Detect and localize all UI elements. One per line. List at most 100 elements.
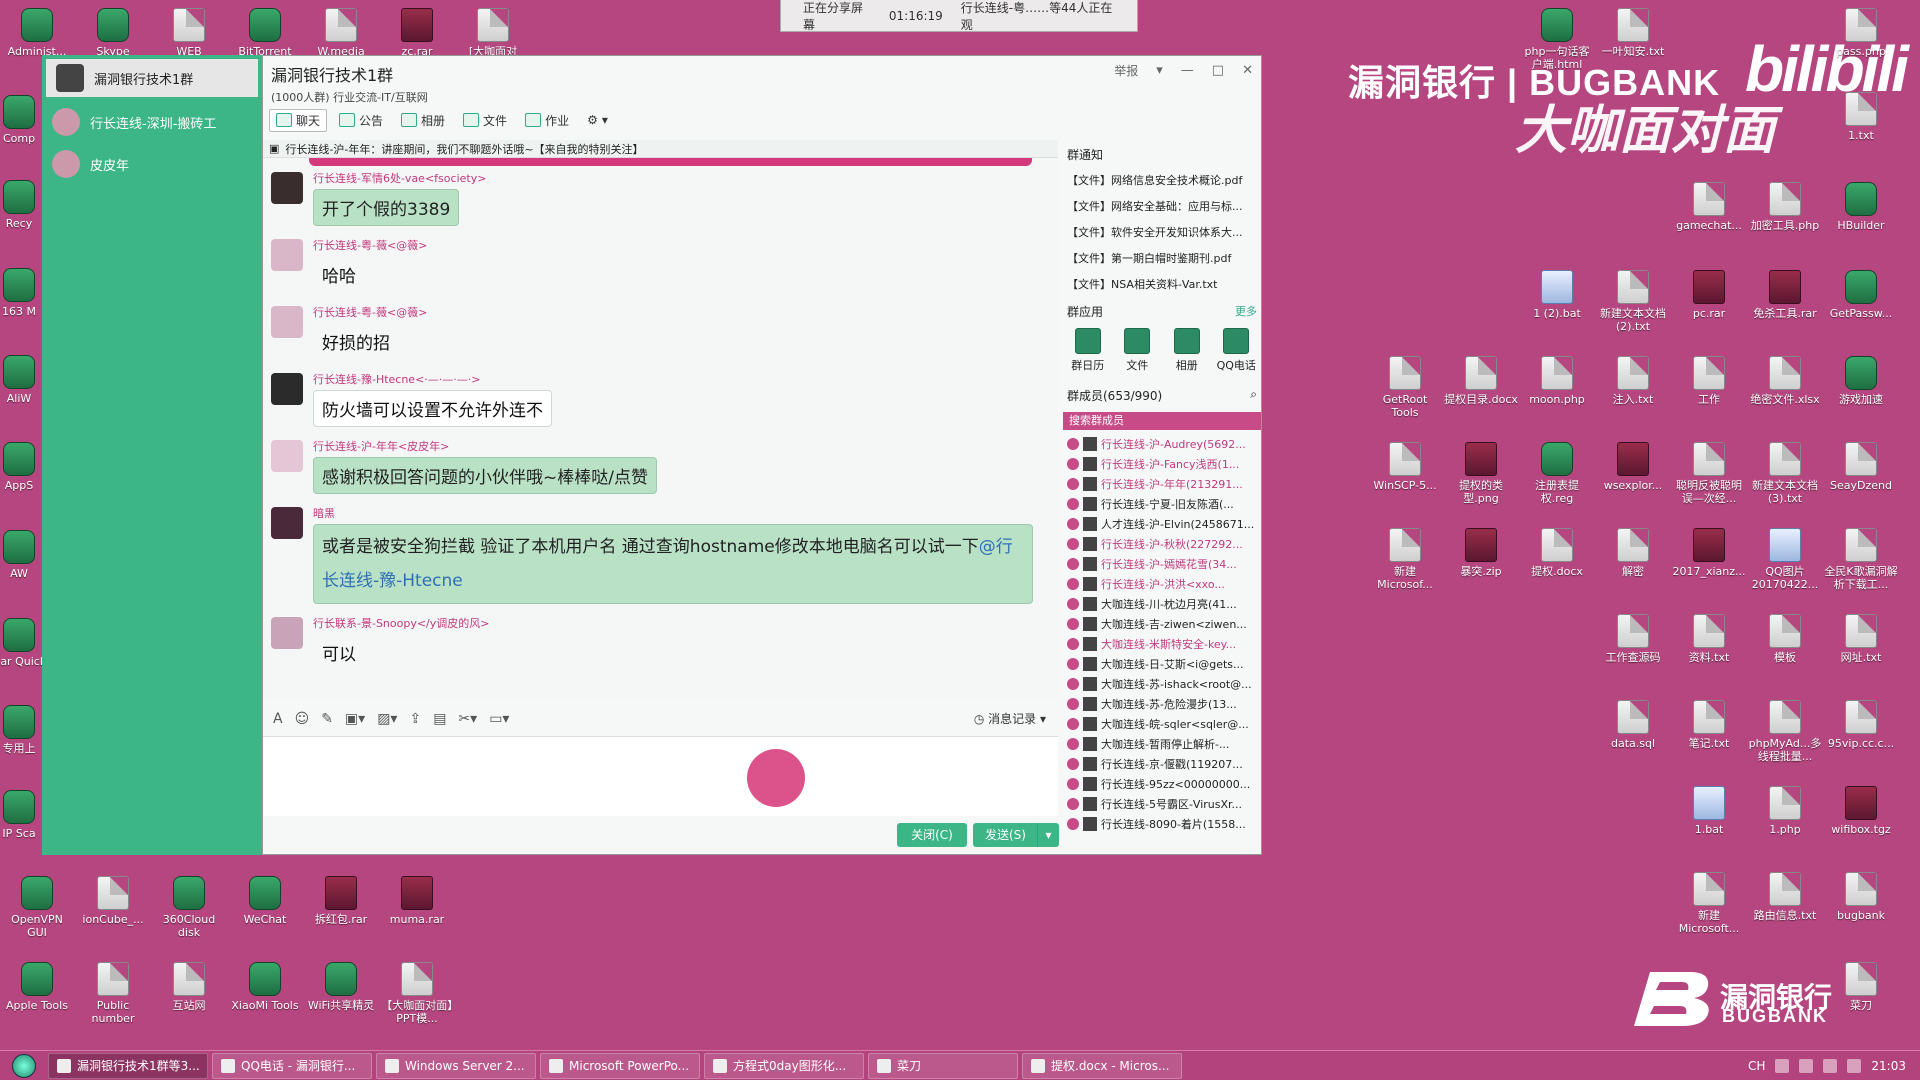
message-sender[interactable]: 暗黑 (313, 505, 1058, 521)
conversation-item[interactable]: 漏洞银行技术1群 (46, 59, 258, 97)
member-search-input[interactable]: 搜索群成员 (1063, 412, 1261, 430)
pinned-notice[interactable]: ▣ 行长连线-沪-年年：讲座期间，我们不聊题外话哦~【来自我的特别关注】 (263, 140, 1058, 158)
desktop-icon[interactable]: muma.rar (380, 876, 454, 926)
minimize-icon[interactable]: — (1181, 63, 1194, 78)
magic-wand-icon[interactable]: ✎ (321, 711, 333, 727)
member-item[interactable]: 大咖连线-米斯特安全-key... (1063, 634, 1261, 654)
battery-icon[interactable] (1847, 1058, 1862, 1073)
desktop-icon[interactable]: 模板 (1748, 614, 1822, 664)
member-item[interactable]: 行长连线-沪-Fancy浅西(1... (1063, 454, 1261, 474)
desktop-icon[interactable]: php一句话客户端.html (1520, 8, 1594, 71)
desktop-icon[interactable]: Public number (76, 962, 150, 1025)
message-sender[interactable]: 行长连线-粤-薇<@薇> (313, 237, 1058, 253)
app-album[interactable]: 相册 (1166, 328, 1208, 373)
maximize-icon[interactable]: □ (1212, 63, 1224, 78)
desktop-icon[interactable]: 新建文本文档 (3).txt (1748, 442, 1822, 505)
file-link[interactable]: 【文件】第一期白帽时鉴期刊.pdf (1063, 245, 1261, 271)
chevron-down-icon[interactable]: ▾ (1037, 823, 1059, 847)
member-item[interactable]: 大咖连线-苏-危险漫步(13... (1063, 694, 1261, 714)
desktop-icon[interactable]: 提权的类型.png (1444, 442, 1518, 505)
desktop-icon[interactable]: 全民K歌漏洞解析下载工... (1824, 528, 1898, 591)
red-packet-icon[interactable]: ▤ (433, 711, 446, 727)
volume-icon[interactable] (1823, 1058, 1838, 1073)
desktop-icon[interactable]: 注入.txt (1596, 356, 1670, 406)
desktop-icon[interactable]: W.media (304, 8, 378, 58)
app-files[interactable]: 文件 (1117, 328, 1159, 373)
desktop-icon[interactable]: OpenVPN GUI (0, 876, 74, 939)
message-sender[interactable]: 行长连线-沪-年年<皮皮年> (313, 438, 1058, 454)
tab-homework[interactable]: 作业 (519, 110, 575, 131)
member-item[interactable]: 行长连线-京-偃戳(119207... (1063, 754, 1261, 774)
report-button[interactable]: 举报 (1114, 62, 1138, 79)
more-link[interactable]: 更多 (1235, 303, 1257, 320)
image-icon[interactable]: ▨▾ (377, 711, 397, 727)
desktop-icon[interactable]: 资料.txt (1672, 614, 1746, 664)
taskbar-item[interactable]: 漏洞银行技术1群等3... (48, 1052, 208, 1079)
chevron-down-icon[interactable]: ▾ (1156, 63, 1163, 78)
desktop-icon[interactable]: pc.rar (1672, 270, 1746, 320)
desktop-icon[interactable]: wsexplor... (1596, 442, 1670, 492)
desktop-icon[interactable]: WEB (152, 8, 226, 58)
message-sender[interactable]: 行长联系-景-Snoopy</y调皮的风> (313, 615, 1058, 631)
file-link[interactable]: 【文件】软件安全开发知识体系大... (1063, 219, 1261, 245)
desktop-icon[interactable]: 免杀工具.rar (1748, 270, 1822, 320)
ime-indicator[interactable]: CH (1748, 1059, 1765, 1073)
file-link[interactable]: 【文件】NSA相关资料-Var.txt (1063, 271, 1261, 297)
desktop-icon[interactable]: 新建 Microsof... (1368, 528, 1442, 591)
member-item[interactable]: 大咖连线-吉-ziwen<ziwen... (1063, 614, 1261, 634)
start-button[interactable] (0, 1051, 48, 1080)
desktop-icon[interactable]: XiaoMi Tools (228, 962, 302, 1012)
taskbar-item[interactable]: Microsoft PowerPo... (540, 1052, 700, 1079)
desktop-icon[interactable]: wifibox.tgz (1824, 786, 1898, 836)
message-sender[interactable]: 行长连线-军情6处-vae<fsociety> (313, 170, 1058, 186)
message-area[interactable]: ▣ 行长连线-沪-年年：讲座期间，我们不聊题外话哦~【来自我的特别关注】 行长连线… (263, 140, 1058, 700)
desktop-icon[interactable]: phpMyAd...多线程批量... (1748, 700, 1822, 763)
gift-box-icon[interactable]: ▣▾ (345, 711, 365, 727)
member-item[interactable]: 行长连线-沪-秋秋(227292... (1063, 534, 1261, 554)
desktop-icon[interactable]: 新建 Microsoft... (1672, 872, 1746, 935)
desktop-icon[interactable]: 拆红包.rar (304, 876, 378, 926)
member-item[interactable]: 大咖连线-皖-sqler<sqler@... (1063, 714, 1261, 734)
member-item[interactable]: 行长连线-沪-洪洪<xxo... (1063, 574, 1261, 594)
desktop-icon[interactable]: WeChat (228, 876, 302, 926)
member-item[interactable]: 大咖连线-日-艾斯<i@gets... (1063, 654, 1261, 674)
send-button[interactable]: 发送(S) ▾ (973, 823, 1059, 847)
taskbar-item[interactable]: Windows Server 2... (376, 1052, 536, 1079)
clock[interactable]: 21:03 (1871, 1059, 1906, 1073)
member-item[interactable]: 行长连线-沪-Audrey(5692... (1063, 434, 1261, 454)
member-item[interactable]: 行长连线-宁夏-旧友陈酒(... (1063, 494, 1261, 514)
desktop-icon[interactable]: 1.bat (1672, 786, 1746, 836)
desktop-icon[interactable]: 95vip.cc.c... (1824, 700, 1898, 750)
close-icon[interactable]: ✕ (1242, 63, 1253, 78)
desktop-icon[interactable]: 【大咖面对面】PPT模... (380, 962, 454, 1025)
desktop-icon[interactable]: 游戏加速 (1824, 356, 1898, 406)
member-item[interactable]: 行长连线-5号霸区-VirusXr... (1063, 794, 1261, 814)
tab-files[interactable]: 文件 (457, 110, 513, 131)
desktop-icon[interactable]: HBuilder (1824, 182, 1898, 232)
user-avatar[interactable] (271, 239, 303, 271)
screen-share-icon[interactable]: ▭▾ (489, 711, 509, 727)
desktop-icon[interactable]: 菜刀 (1824, 962, 1898, 1012)
user-avatar[interactable] (271, 507, 303, 539)
tab-announcement[interactable]: 公告 (333, 110, 389, 131)
desktop-icon[interactable]: 路由信息.txt (1748, 872, 1822, 922)
desktop-icon[interactable]: 2017_xianz... (1672, 528, 1746, 578)
desktop-icon[interactable]: gamechat... (1672, 182, 1746, 232)
desktop-icon[interactable]: SeayDzend (1824, 442, 1898, 492)
emoji-icon[interactable]: ☺ (295, 711, 310, 727)
desktop-icon[interactable]: 360Cloud disk (152, 876, 226, 939)
desktop-icon[interactable]: Administ... (0, 8, 74, 58)
desktop-icon[interactable]: 注册表提权.reg (1520, 442, 1594, 505)
taskbar-item[interactable]: 菜刀 (868, 1052, 1018, 1079)
desktop-icon[interactable]: 绝密文件.xlsx (1748, 356, 1822, 406)
desktop-icon[interactable]: 工作查源码 (1596, 614, 1670, 664)
desktop-icon[interactable]: 1.txt (1824, 92, 1898, 142)
conversation-item[interactable]: 皮皮年 (42, 143, 262, 185)
message-sender[interactable]: 行长连线-粤-薇<@薇> (313, 304, 1058, 320)
desktop-icon[interactable]: 聪明反被聪明误—次经... (1672, 442, 1746, 505)
member-item[interactable]: 大咖连线-川-枕边月亮(41... (1063, 594, 1261, 614)
file-link[interactable]: 【文件】网络信息安全技术概论.pdf (1063, 167, 1261, 193)
message-history-button[interactable]: ◷ 消息记录 ▾ (974, 710, 1046, 727)
member-item[interactable]: 行长连线-沪-嫣嫣花雪(34... (1063, 554, 1261, 574)
file-link[interactable]: 【文件】网络安全基础：应用与标... (1063, 193, 1261, 219)
